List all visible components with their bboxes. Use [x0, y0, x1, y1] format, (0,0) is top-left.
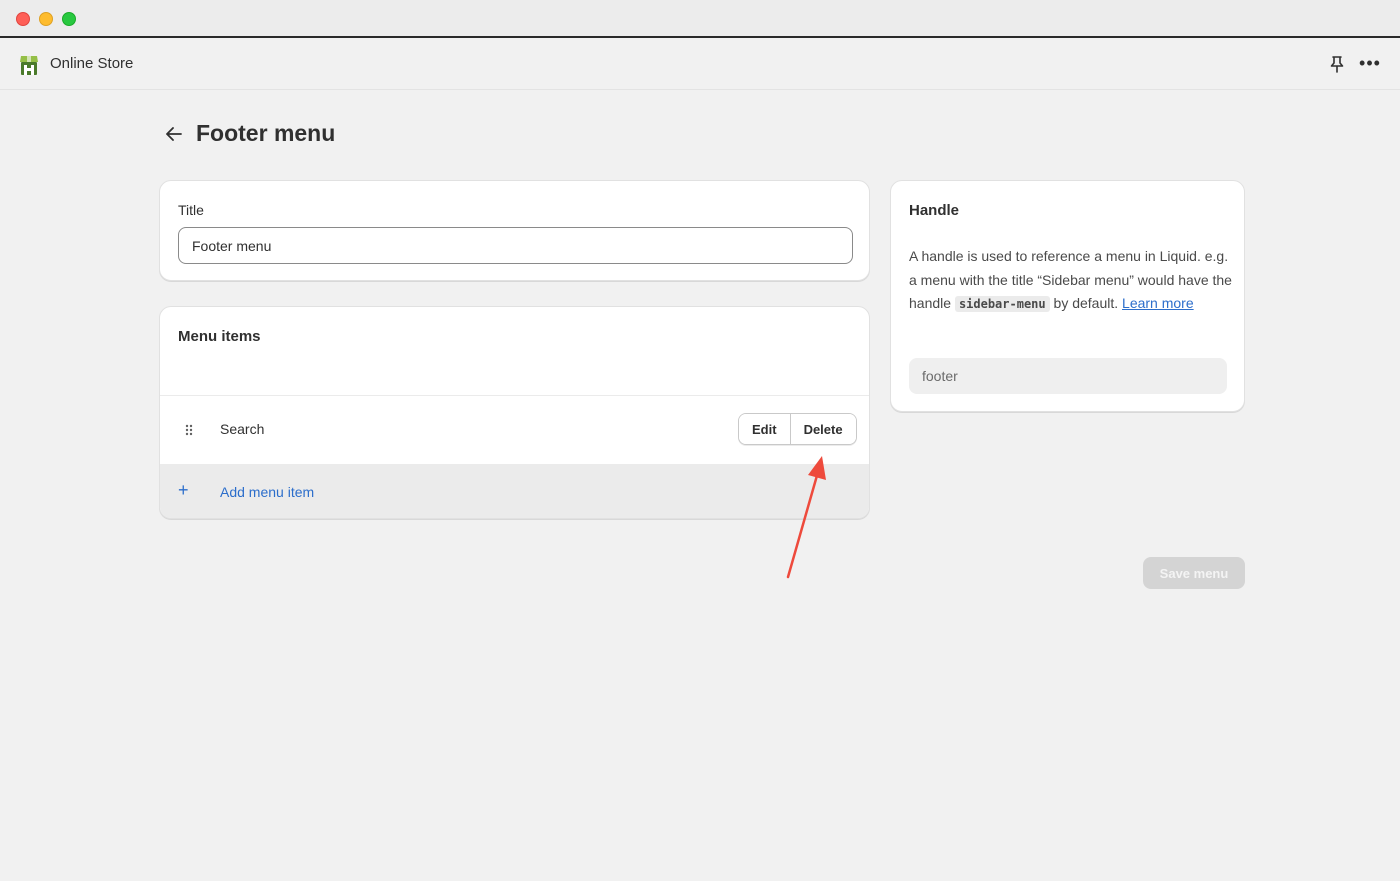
add-menu-item-link[interactable]: Add menu item — [220, 484, 314, 500]
title-card: Title — [159, 180, 870, 281]
add-menu-item-row[interactable]: + Add menu item — [160, 464, 869, 518]
shopify-bag-icon — [20, 56, 38, 75]
handle-description: A handle is used to reference a menu in … — [909, 245, 1234, 317]
close-window-button[interactable] — [16, 12, 30, 26]
handle-description-text-end: by default. — [1049, 295, 1123, 311]
drag-handle-icon[interactable] — [184, 423, 194, 437]
plus-icon: + — [178, 480, 189, 500]
back-arrow-icon[interactable] — [163, 123, 185, 145]
menu-items-card: Menu items Search Edit Delete + Add menu… — [159, 306, 870, 519]
menu-items-heading: Menu items — [178, 328, 261, 345]
title-input[interactable] — [178, 227, 853, 264]
maximize-window-button[interactable] — [62, 12, 76, 26]
menu-item-row: Search Edit Delete — [160, 396, 869, 464]
save-menu-button[interactable]: Save menu — [1143, 557, 1245, 589]
menu-item-label: Search — [220, 421, 265, 437]
title-label: Title — [178, 202, 204, 218]
window-titlebar — [0, 0, 1400, 38]
minimize-window-button[interactable] — [39, 12, 53, 26]
more-actions-icon[interactable]: ••• — [1358, 54, 1382, 74]
handle-heading: Handle — [909, 202, 960, 219]
page-title: Footer menu — [196, 120, 336, 146]
handle-card: Handle A handle is used to reference a m… — [890, 180, 1245, 412]
pin-icon[interactable] — [1327, 54, 1347, 74]
app-header: Online Store ••• — [0, 38, 1400, 90]
app-name: Online Store — [50, 55, 134, 72]
learn-more-link[interactable]: Learn more — [1122, 295, 1194, 311]
handle-input[interactable] — [909, 358, 1227, 394]
annotation-arrow-icon — [786, 456, 826, 579]
handle-code-example: sidebar-menu — [954, 296, 1050, 312]
